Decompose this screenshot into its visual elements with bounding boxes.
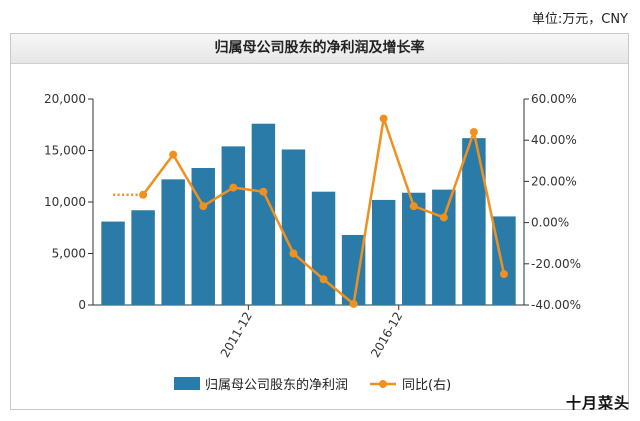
x-tick-label: 2016-12 (368, 310, 405, 360)
growth-point (289, 249, 298, 258)
y-left-tick-label: 10,000 (44, 195, 86, 209)
growth-point (439, 213, 448, 222)
growth-point (349, 299, 358, 308)
watermark: 十月菜头 (565, 394, 630, 412)
bar (281, 149, 306, 305)
legend-swatch-bar (174, 377, 200, 390)
bar (462, 138, 486, 305)
bar (161, 179, 185, 305)
bar (251, 123, 276, 305)
growth-point (499, 270, 508, 279)
y-left-tick-label: 20,000 (44, 92, 86, 106)
growth-point (199, 202, 208, 211)
y-left-tick-label: 5,000 (52, 247, 86, 261)
y-right-tick-label: 0.00% (531, 216, 569, 230)
legend-swatch-dot (379, 380, 387, 388)
y-left-tick-label: 15,000 (44, 144, 86, 158)
growth-point (229, 183, 238, 192)
bar (341, 234, 366, 305)
bar (131, 210, 155, 305)
y-right-tick-label: -40.00% (531, 298, 581, 312)
y-right-tick-label: -20.00% (531, 257, 581, 271)
growth-point (259, 187, 268, 196)
growth-point (319, 275, 328, 284)
bar (221, 146, 246, 305)
growth-point (139, 190, 148, 199)
legend-label-line: 同比(右) (402, 378, 451, 393)
bar (101, 221, 125, 305)
growth-point (379, 114, 388, 123)
chart-svg: 0 5,000 10,000 15,000 20,000 -40.00% -20.00% 0.… (44, 92, 581, 393)
growth-point (169, 150, 178, 159)
bar (371, 199, 396, 305)
bar (432, 189, 456, 305)
y-left-tick-label: 0 (78, 298, 86, 312)
legend-label-bar: 归属母公司股东的净利润 (205, 377, 348, 393)
bar (191, 168, 215, 305)
bar (311, 191, 336, 305)
y-right-tick-label: 60.00% (531, 92, 577, 106)
y-right-tick-label: 20.00% (531, 174, 577, 188)
y-right-tick-label: 40.00% (531, 133, 577, 147)
x-tick-label: 2011-12 (218, 310, 255, 360)
growth-point (469, 127, 478, 136)
growth-point (409, 202, 418, 211)
